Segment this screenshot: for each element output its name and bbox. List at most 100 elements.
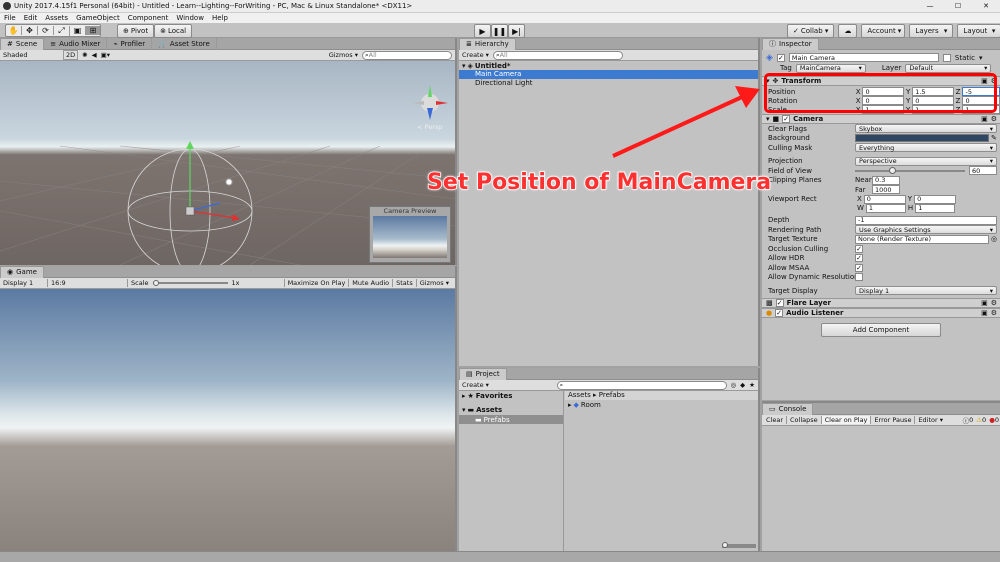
- help-icon[interactable]: ▣: [981, 309, 988, 317]
- menu-component[interactable]: Component: [128, 14, 169, 22]
- move-tool-icon[interactable]: ✥: [22, 26, 38, 35]
- layer-dropdown[interactable]: Default ▾: [905, 63, 992, 73]
- hierarchy-item-directional-light[interactable]: Directional Light: [459, 79, 758, 88]
- viewport-w-input[interactable]: 1: [865, 203, 906, 213]
- rendering-path-dropdown[interactable]: Use Graphics Settings ▾: [855, 225, 997, 235]
- expand-arrow-icon[interactable]: ▾: [766, 115, 770, 123]
- maximize-button[interactable]: ☐: [944, 2, 972, 10]
- menu-help[interactable]: Help: [212, 14, 228, 22]
- tab-audio-mixer[interactable]: ≡ Audio Mixer: [44, 37, 108, 50]
- expand-arrow-icon[interactable]: ▸: [568, 401, 572, 409]
- help-icon[interactable]: ▣: [981, 299, 988, 307]
- flare-layer-header[interactable]: ▩ ✓ Flare Layer ▣ ⚙: [762, 297, 1000, 308]
- shading-dropdown[interactable]: Shaded: [3, 51, 59, 59]
- dynres-checkbox[interactable]: [855, 273, 863, 282]
- static-checkbox[interactable]: [942, 53, 951, 62]
- audio-listener-checkbox[interactable]: ✓: [775, 308, 784, 317]
- account-button[interactable]: Account ▾: [861, 24, 906, 38]
- project-zoom-thumb[interactable]: [722, 542, 728, 548]
- hierarchy-item-main-camera[interactable]: Main Camera: [459, 70, 758, 79]
- close-button[interactable]: ✕: [972, 2, 1000, 10]
- tree-prefabs[interactable]: ▬ Prefabs: [459, 415, 563, 424]
- viewport-h-input[interactable]: 1: [915, 203, 956, 213]
- pivot-toggle[interactable]: ⊕ Pivot: [117, 24, 155, 38]
- lighting-toggle-icon[interactable]: ✺: [82, 51, 87, 59]
- tab-console[interactable]: ▭ Console: [762, 402, 814, 415]
- menu-file[interactable]: File: [4, 14, 16, 22]
- layers-button[interactable]: Layers ▾: [909, 24, 954, 38]
- effects-dropdown-icon[interactable]: ▣▾: [101, 51, 110, 59]
- project-zoom-slider[interactable]: [722, 542, 756, 548]
- local-toggle[interactable]: ⊗ Local: [154, 24, 193, 38]
- camera-enabled-checkbox[interactable]: ✓: [782, 115, 791, 123]
- play-button[interactable]: ▶: [474, 24, 491, 38]
- tab-profiler[interactable]: ⌁ Profiler: [107, 37, 153, 50]
- mode-2d-toggle[interactable]: 2D: [63, 50, 79, 60]
- expand-arrow-icon[interactable]: ▸: [462, 392, 466, 400]
- viewport-x-input[interactable]: 0: [863, 194, 906, 204]
- tab-scene[interactable]: # Scene: [0, 37, 45, 50]
- hierarchy-search-input[interactable]: ⌕ All: [492, 50, 623, 60]
- cloud-button[interactable]: ☁: [838, 24, 858, 38]
- fov-slider-thumb[interactable]: [888, 166, 896, 174]
- near-input[interactable]: 0.3: [872, 175, 900, 185]
- settings-gear-icon[interactable]: ⚙: [991, 115, 997, 123]
- projection-dropdown[interactable]: Perspective ▾: [855, 156, 997, 166]
- audio-listener-header[interactable]: ● ✓ Audio Listener ▣ ⚙: [762, 307, 1000, 318]
- hdr-checkbox[interactable]: ✓: [855, 254, 863, 263]
- console-clear-button[interactable]: Clear: [763, 416, 787, 424]
- settings-gear-icon[interactable]: ⚙: [991, 309, 997, 317]
- hand-tool-icon[interactable]: ✋: [6, 26, 22, 35]
- scale-slider-thumb[interactable]: [152, 280, 159, 286]
- stats-toggle[interactable]: Stats: [392, 279, 416, 287]
- eyedropper-icon[interactable]: ✎: [991, 134, 997, 142]
- expand-arrow-icon[interactable]: ▾: [462, 406, 466, 414]
- add-component-button[interactable]: Add Component: [821, 322, 941, 337]
- gizmos-dropdown[interactable]: Gizmos ▾: [329, 51, 358, 59]
- collab-button[interactable]: ✓ Collab ▾: [787, 24, 835, 38]
- project-item-room[interactable]: ▸ ◆ Room: [565, 400, 758, 410]
- help-icon[interactable]: ▣: [981, 115, 988, 123]
- filter-type-icon[interactable]: ◎: [731, 381, 737, 389]
- project-create-button[interactable]: Create ▾: [462, 381, 489, 389]
- display-dropdown[interactable]: Display 1: [3, 279, 47, 287]
- expand-arrow-icon[interactable]: ▾: [462, 62, 466, 70]
- scale-slider[interactable]: [152, 280, 228, 286]
- object-name-input[interactable]: Main Camera: [788, 53, 939, 62]
- active-checkbox[interactable]: ✓: [776, 53, 785, 62]
- settings-gear-icon[interactable]: ⚙: [991, 299, 997, 307]
- menu-edit[interactable]: Edit: [24, 14, 38, 22]
- target-texture-field[interactable]: None (Render Texture): [855, 234, 989, 244]
- persp-label[interactable]: < Persp: [417, 123, 442, 131]
- object-picker-icon[interactable]: ◎: [991, 235, 997, 243]
- tag-dropdown[interactable]: MainCamera ▾: [795, 63, 866, 73]
- target-display-dropdown[interactable]: Display 1 ▾: [855, 286, 997, 296]
- tab-hierarchy[interactable]: ≣ Hierarchy: [459, 37, 516, 50]
- clear-flags-dropdown[interactable]: Skybox ▾: [855, 124, 997, 134]
- hierarchy-create-button[interactable]: Create ▾: [462, 51, 489, 59]
- scale-tool-icon[interactable]: ⤢: [54, 25, 70, 36]
- far-input[interactable]: 1000: [872, 185, 900, 195]
- tab-game[interactable]: ◉ Game: [0, 265, 44, 278]
- step-button[interactable]: ▶|: [508, 24, 525, 38]
- minimize-button[interactable]: —: [916, 2, 944, 10]
- menu-assets[interactable]: Assets: [45, 14, 68, 22]
- transform-tool-icon[interactable]: ⊞: [86, 26, 100, 35]
- audio-toggle-icon[interactable]: ◀: [92, 51, 97, 59]
- tab-inspector[interactable]: ⓘ Inspector: [762, 37, 819, 50]
- fov-input[interactable]: 60: [969, 166, 997, 176]
- star-icon[interactable]: ★: [749, 381, 755, 389]
- tab-project[interactable]: ▤ Project: [459, 367, 507, 380]
- layout-button[interactable]: Layout ▾: [957, 24, 1000, 38]
- scene-search-input[interactable]: ⌕ All: [362, 50, 452, 60]
- camera-header[interactable]: ▾ ■ ✓ Camera ▣ ⚙: [762, 114, 1000, 124]
- mute-audio-toggle[interactable]: Mute Audio: [348, 279, 392, 287]
- culling-mask-dropdown[interactable]: Everything ▾: [855, 143, 997, 153]
- hierarchy-scene-row[interactable]: ▾ ◈ Untitled*: [459, 61, 758, 70]
- pause-button[interactable]: ❚❚: [491, 24, 508, 38]
- console-editor-dropdown[interactable]: Editor ▾: [915, 416, 946, 424]
- occlusion-checkbox[interactable]: ✓: [855, 244, 863, 253]
- rect-tool-icon[interactable]: ▣: [70, 26, 86, 35]
- tree-assets[interactable]: ▾ ▬ Assets: [459, 405, 563, 415]
- maximize-on-play-toggle[interactable]: Maximize On Play: [283, 279, 349, 287]
